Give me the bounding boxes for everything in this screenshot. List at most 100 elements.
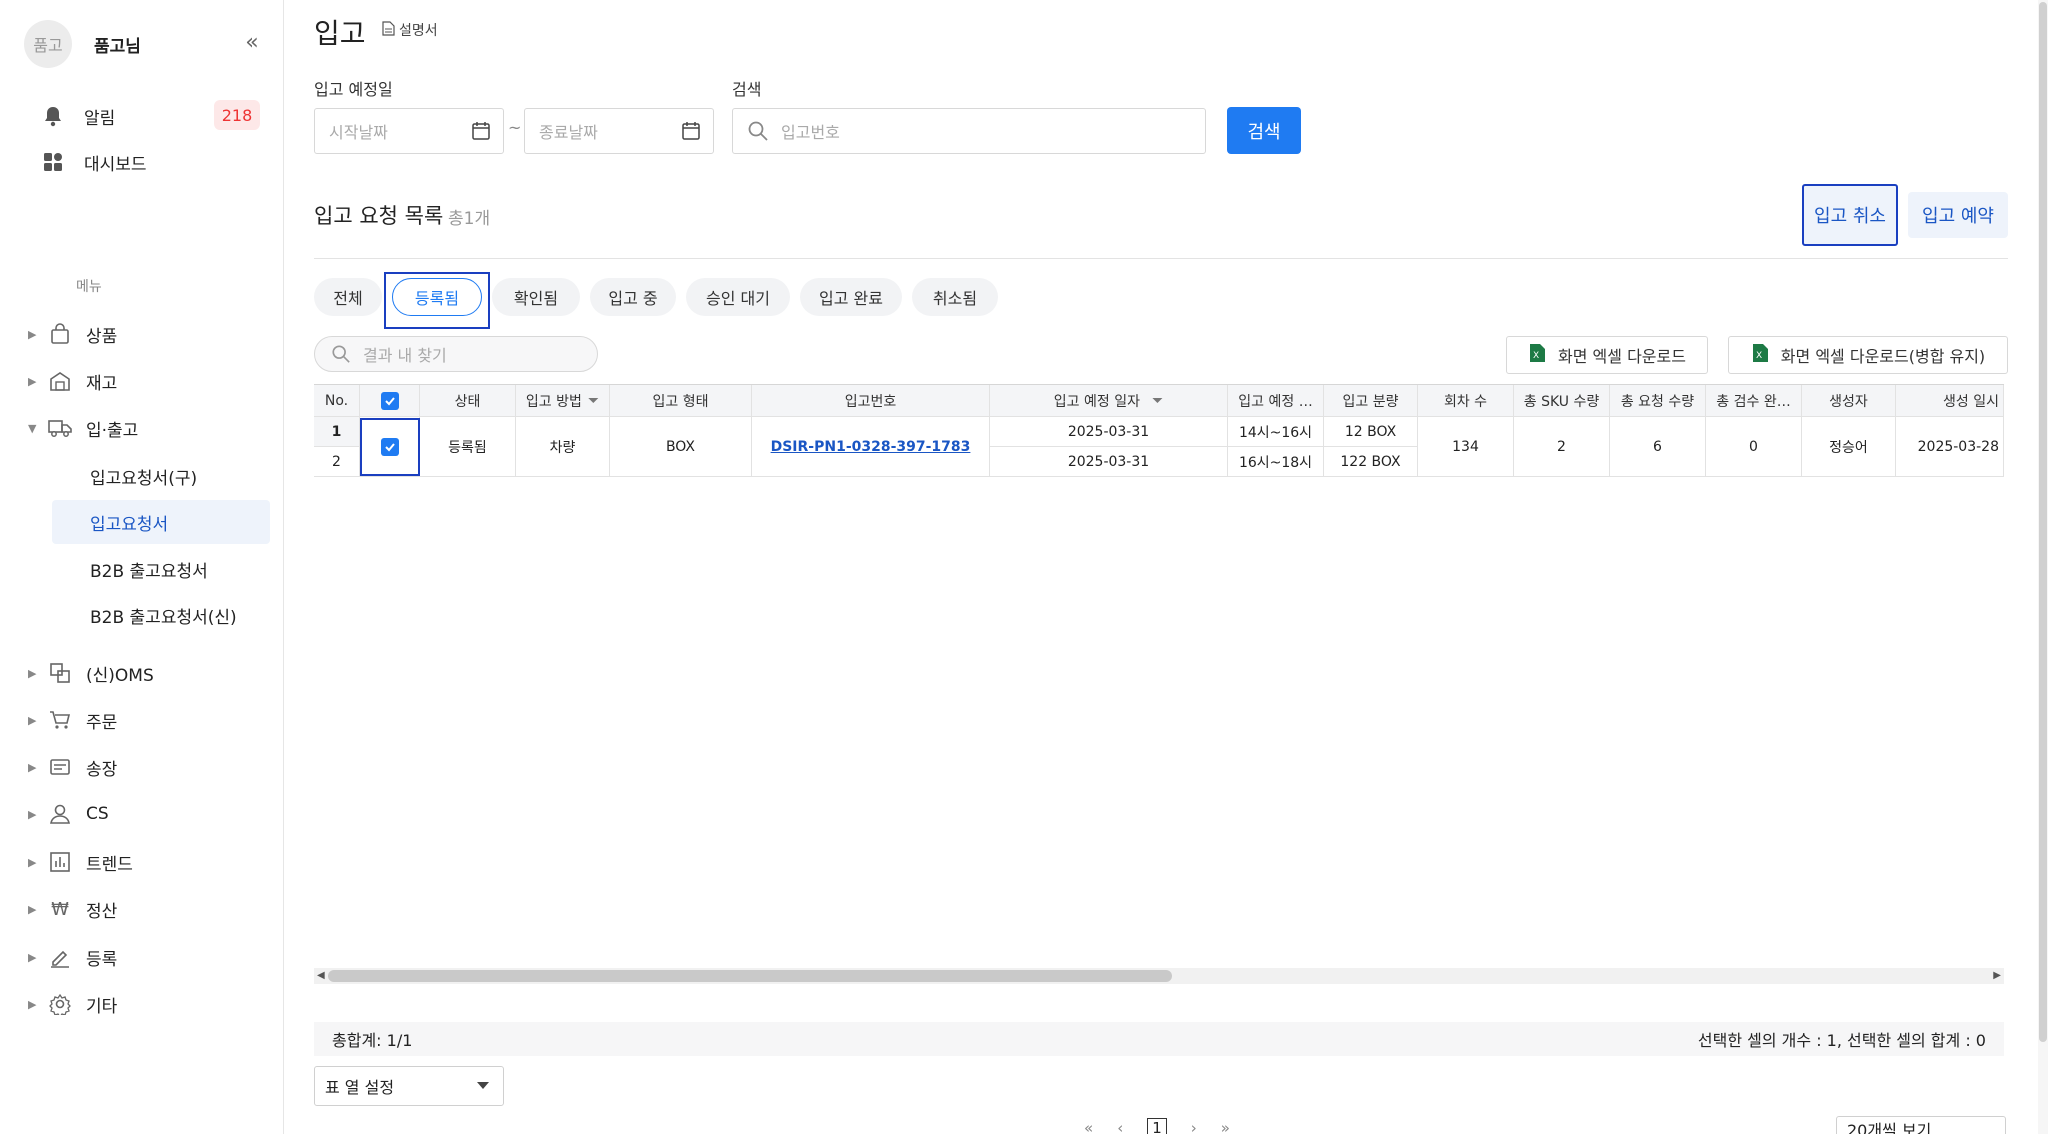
type-cell[interactable]: BOX xyxy=(610,417,752,477)
rounds-cell[interactable]: 134 xyxy=(1418,417,1514,477)
column-header-rounds[interactable]: 회차 수 xyxy=(1418,385,1514,417)
tab-cancelled[interactable]: 취소됨 xyxy=(912,278,998,316)
requested-cell[interactable]: 6 xyxy=(1610,417,1706,477)
nav-item-oms[interactable]: ▶ (신)OMS xyxy=(28,653,278,693)
nav-label: 상품 xyxy=(86,326,118,347)
bag-icon xyxy=(46,323,74,345)
expected-date-cell[interactable]: 2025-03-31 xyxy=(990,417,1228,447)
excel-download-merged-label: 화면 엑셀 다운로드(병합 유지) xyxy=(1780,347,1986,366)
sub-item-b2b-outbound[interactable]: B2B 출고요청서 xyxy=(52,547,270,591)
sub-item-inbound-request-old[interactable]: 입고요청서(구) xyxy=(52,454,270,498)
column-header-no[interactable]: No. xyxy=(314,385,360,417)
column-header-expected-date[interactable]: 입고 예정 일자 ⏷ xyxy=(990,385,1228,417)
quantity-cell[interactable]: 122 BOX xyxy=(1324,447,1418,477)
scrollbar-thumb[interactable] xyxy=(328,970,1172,982)
scroll-right-icon[interactable]: ▶ xyxy=(1993,970,2001,981)
tab-pending-approval[interactable]: 승인 대기 xyxy=(686,278,790,316)
prev-page-icon[interactable]: ‹ xyxy=(1117,1119,1123,1134)
notification-count-badge: 218 xyxy=(214,100,260,130)
bell-icon xyxy=(38,105,68,127)
nav-item-settlement[interactable]: ▶ ₩ 정산 xyxy=(28,889,278,929)
search-button[interactable]: 검색 xyxy=(1227,107,1301,154)
pagination: « ‹ 1 › » xyxy=(1084,1118,1230,1134)
filter-icon[interactable]: ⏷ xyxy=(588,393,599,409)
expand-icon: ▶ xyxy=(28,807,37,821)
app-window: 품고 품고님 « 알림 218 대시보드 메뉴 ▶ 상품 ▶ 재고 ▼ 입·출고… xyxy=(0,0,2048,1134)
nav-item-register[interactable]: ▶ 등록 xyxy=(28,937,278,977)
per-page-select[interactable]: 20개씩 보기 xyxy=(1836,1116,2006,1134)
sub-item-inbound-request[interactable]: 입고요청서 xyxy=(52,500,270,544)
excel-download-merged-button[interactable]: X 화면 엑셀 다운로드(병합 유지) xyxy=(1728,336,2008,374)
expected-date-cell[interactable]: 2025-03-31 xyxy=(990,447,1228,477)
collapse-sidebar-icon[interactable]: « xyxy=(240,32,264,56)
inbound-number-link[interactable]: DSIR-PN1-0328-397-1783 xyxy=(771,439,971,455)
column-header-type[interactable]: 입고 형태 xyxy=(610,385,752,417)
column-header-requested[interactable]: 총 요청 수량 xyxy=(1610,385,1706,417)
next-page-icon[interactable]: › xyxy=(1191,1119,1197,1134)
horizontal-scrollbar[interactable]: ◀ ▶ xyxy=(314,968,2004,984)
column-setting-select[interactable]: 표 열 설정 xyxy=(314,1066,504,1106)
tab-all[interactable]: 전체 xyxy=(314,278,382,316)
search-icon xyxy=(331,344,351,368)
nav-item-cs[interactable]: ▶ CS xyxy=(28,794,278,834)
expand-icon: ▶ xyxy=(28,855,37,869)
nav-item-etc[interactable]: ▶ 기타 xyxy=(28,984,278,1024)
first-page-icon[interactable]: « xyxy=(1084,1119,1093,1134)
result-filter-input[interactable]: 결과 내 찾기 xyxy=(314,336,598,372)
number-cell[interactable]: DSIR-PN1-0328-397-1783 xyxy=(752,417,990,477)
vertical-scrollbar[interactable] xyxy=(2038,0,2048,1134)
nav-item-inventory[interactable]: ▶ 재고 xyxy=(28,361,278,401)
divider xyxy=(314,258,2008,259)
nav-item-orders[interactable]: ▶ 주문 xyxy=(28,700,278,740)
inspected-cell[interactable]: 0 xyxy=(1706,417,1802,477)
creator-cell[interactable]: 정승어 xyxy=(1802,417,1896,477)
column-header-status[interactable]: 상태 xyxy=(420,385,516,417)
nav-item-inbound-outbound[interactable]: ▼ 입·출고 xyxy=(28,408,278,448)
tab-completed[interactable]: 입고 완료 xyxy=(800,278,902,316)
created-cell[interactable]: 2025-03-28 xyxy=(1896,417,2004,477)
select-all-checkbox[interactable] xyxy=(380,391,399,410)
calendar-icon[interactable] xyxy=(681,121,701,145)
column-header-select-all[interactable] xyxy=(360,385,420,417)
reserve-inbound-button[interactable]: 입고 예약 xyxy=(1908,192,2008,238)
column-header-number[interactable]: 입고번호 xyxy=(752,385,990,417)
column-header-quantity[interactable]: 입고 분량 xyxy=(1324,385,1418,417)
column-header-inspected[interactable]: 총 검수 완… xyxy=(1706,385,1802,417)
column-header-expected-time[interactable]: 입고 예정 … xyxy=(1228,385,1324,417)
column-header-creator[interactable]: 생성자 xyxy=(1802,385,1896,417)
column-header-created[interactable]: 생성 일시 xyxy=(1896,385,2004,417)
cancel-inbound-button[interactable]: 입고 취소 xyxy=(1802,184,1898,246)
expected-time-cell[interactable]: 14시~16시 xyxy=(1228,417,1324,447)
search-input[interactable]: 입고번호 xyxy=(732,108,1206,154)
link-icon xyxy=(46,662,74,684)
nav-item-invoice[interactable]: ▶ 송장 xyxy=(28,747,278,787)
manual-link[interactable]: 설명서 xyxy=(382,20,438,40)
scrollbar-thumb[interactable] xyxy=(2039,2,2047,1042)
notifications-link[interactable]: 알림 xyxy=(38,98,115,134)
end-date-input[interactable]: 종료날짜 xyxy=(524,108,714,154)
status-cell[interactable]: 등록됨 xyxy=(420,417,516,477)
current-page[interactable]: 1 xyxy=(1147,1118,1167,1134)
filter-icon[interactable]: ⏷ xyxy=(1152,393,1163,409)
start-date-input[interactable]: 시작날짜 xyxy=(314,108,504,154)
scroll-left-icon[interactable]: ◀ xyxy=(317,970,325,981)
nav-item-trend[interactable]: ▶ 트렌드 xyxy=(28,842,278,882)
profile[interactable]: 품고 품고님 « xyxy=(24,20,274,68)
sku-cell[interactable]: 2 xyxy=(1514,417,1610,477)
dashboard-link[interactable]: 대시보드 xyxy=(38,144,147,180)
expected-time-cell[interactable]: 16시~18시 xyxy=(1228,447,1324,477)
excel-download-button[interactable]: X 화면 엑셀 다운로드 xyxy=(1506,336,1708,374)
tab-confirmed[interactable]: 확인됨 xyxy=(492,278,580,316)
sub-item-b2b-outbound-new[interactable]: B2B 출고요청서(신) xyxy=(52,593,270,637)
nav-item-products[interactable]: ▶ 상품 xyxy=(28,314,278,354)
last-page-icon[interactable]: » xyxy=(1221,1119,1230,1134)
column-header-sku[interactable]: 총 SKU 수량 xyxy=(1514,385,1610,417)
tab-in-progress[interactable]: 입고 중 xyxy=(590,278,676,316)
column-header-method-label: 입고 방법 xyxy=(525,393,582,410)
end-date-placeholder: 종료날짜 xyxy=(539,123,598,142)
svg-text:X: X xyxy=(1756,351,1762,361)
column-header-method[interactable]: 입고 방법 ⏷ xyxy=(516,385,610,417)
method-cell[interactable]: 차량 xyxy=(516,417,610,477)
calendar-icon[interactable] xyxy=(471,121,491,145)
quantity-cell[interactable]: 12 BOX xyxy=(1324,417,1418,447)
